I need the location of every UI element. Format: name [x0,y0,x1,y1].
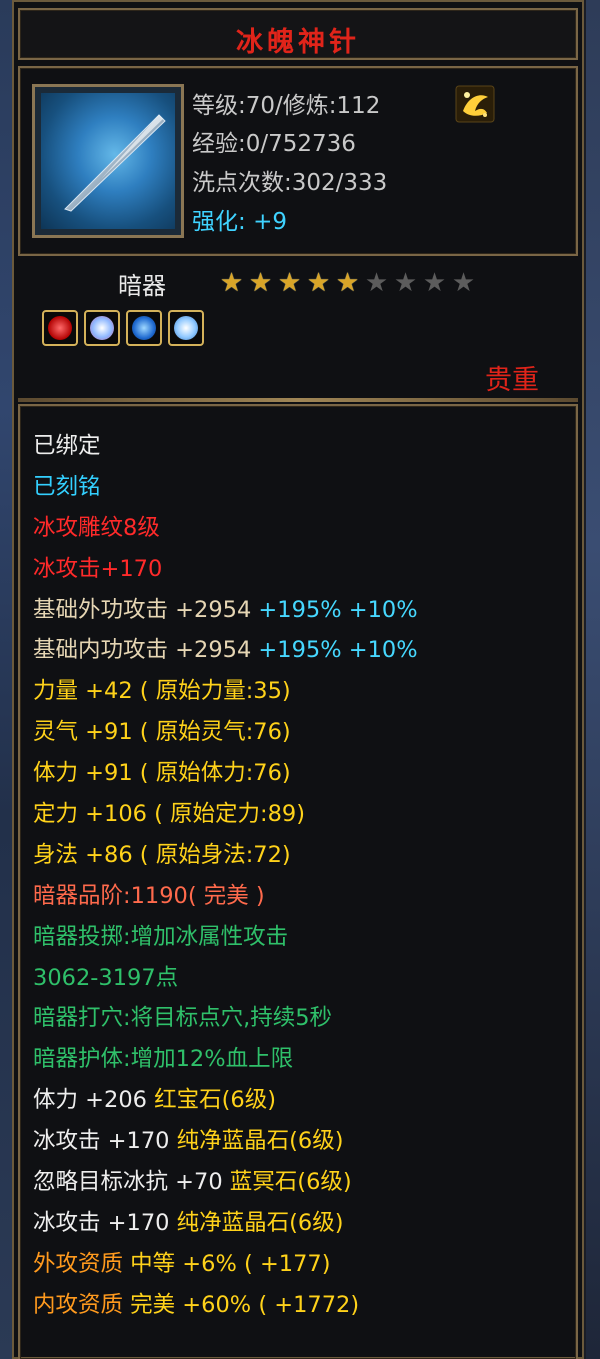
attr-text: 体力 +206 [33,1087,155,1114]
attr-text: 基础外功攻击 +2954 [33,596,259,623]
item-quality: 贵重 [485,365,539,396]
attr-text: 基础内功攻击 +2954 [33,637,259,664]
enhance-value: +9 [253,209,287,235]
attr-text: 红宝石(6级) [154,1087,276,1114]
attr-text: 已刻铭 [33,473,101,500]
attr-text: 完美 +60% ( +1772) [130,1291,360,1318]
attr-row-outer-aptitude: 外攻资质 中等 +6% ( +177) [33,1244,418,1285]
item-icon-frame [32,84,184,238]
attr-text: 冰攻击 +170 [33,1128,177,1155]
star-rating: ★ ★ ★ ★ ★ ★ ★ ★ ★ [218,270,477,297]
attr-text: 暗器品阶:1190( 完美 ) [33,882,265,909]
attr-row-gem-4: 冰攻击 +170 纯净蓝晶石(6级) [33,1203,418,1244]
attr-text: 体力 +91 ( 原始体力:76) [33,760,291,787]
attr-text: 外攻资质 [33,1250,131,1277]
attr-text: 冰攻雕纹8级 [33,514,160,541]
red-gem-icon[interactable] [42,310,78,346]
attr-row-focus: 定力 +106 ( 原始定力:89) [33,794,418,835]
star-filled-icon: ★ [277,268,302,298]
attr-text: 内攻资质 [33,1291,131,1318]
attr-text: 定力 +106 ( 原始定力:89) [33,801,306,828]
attr-text: +195% +10% [258,637,418,664]
star-empty-icon: ★ [393,268,418,298]
attr-row-rune: 冰攻雕纹8级 [33,508,418,549]
attr-row-grade: 暗器品阶:1190( 完美 ) [33,876,418,917]
attr-row-base-inner-attack: 基础内功攻击 +2954 +195% +10% [33,630,418,671]
attr-row-skill-acupoint: 暗器打穴:将目标点穴,持续5秒 [33,998,418,1039]
attr-row-spirit: 灵气 +91 ( 原始灵气:76) [33,712,418,753]
star-filled-icon: ★ [306,268,331,298]
attr-text: 暗器打穴:将目标点穴,持续5秒 [33,1005,333,1032]
attr-text: 身法 +86 ( 原始身法:72) [33,841,291,868]
attr-row-skill-guard: 暗器护体:增加12%血上限 [33,1039,418,1080]
attr-row-skill-throw-range: 3062-3197点 [33,958,418,999]
attr-text: 冰攻击+170 [33,555,163,582]
star-filled-icon: ★ [335,268,360,298]
attr-text: 力量 +42 ( 原始力量:35) [33,678,291,705]
attr-text: 纯净蓝晶石(6级) [176,1128,344,1155]
star-filled-icon: ★ [248,268,273,298]
attr-row-ice-attack-bonus: 冰攻击+170 [33,549,418,590]
star-empty-icon: ★ [364,268,389,298]
enhance-label: 强化: [192,209,246,235]
attr-text: 中等 +6% ( +177) [130,1250,331,1277]
attr-text: 灵气 +91 ( 原始灵气:76) [33,719,291,746]
upgrade-badge-icon[interactable] [455,85,495,123]
star-filled-icon: ★ [219,268,244,298]
wash-count-line: 洗点次数:302/333 [192,170,388,196]
attr-text: 暗器护体:增加12%血上限 [33,1046,294,1073]
needle-icon [41,93,175,229]
attr-text: 蓝冥石(6级) [229,1169,352,1196]
attr-row-agility: 身法 +86 ( 原始身法:72) [33,835,418,876]
attr-text: 冰攻击 +170 [33,1209,177,1236]
socket-gems [42,310,204,346]
attr-row-gem-3: 忽略目标冰抗 +70 蓝冥石(6级) [33,1162,418,1203]
attr-text: 已绑定 [33,433,101,459]
item-type: 暗器 [118,272,166,300]
star-empty-icon: ★ [422,268,447,298]
attr-row-strength: 力量 +42 ( 原始力量:35) [33,671,418,712]
title-frame: 冰魄神针 [18,8,578,60]
enhance-line: 强化: +9 [192,202,287,236]
attribute-list: 已绑定已刻铭冰攻雕纹8级 冰攻击+170 基础外功攻击 +2954 +195% +1… [33,426,418,1326]
attr-text: 忽略目标冰抗 +70 [33,1169,230,1196]
item-name: 冰魄神针 [236,27,360,58]
attr-row-bound: 已绑定 [33,426,418,467]
attr-row-gem-1: 体力 +206 红宝石(6级) [33,1080,418,1121]
attr-row-skill-throw: 暗器投掷:增加冰属性攻击 [33,917,418,958]
ice-crystal-gem-icon[interactable] [84,310,120,346]
attr-row-base-outer-attack: 基础外功攻击 +2954 +195% +10% [33,590,418,631]
attr-row-engraved: 已刻铭 [33,467,418,508]
attr-text: +195% +10% [258,596,418,623]
attr-row-constitution: 体力 +91 ( 原始体力:76) [33,753,418,794]
background-right-edge [586,0,600,1359]
star-empty-icon: ★ [451,268,476,298]
exp-line: 经验:0/752736 [192,131,356,157]
blue-gem-icon[interactable] [126,310,162,346]
attr-text: 纯净蓝晶石(6级) [176,1209,344,1236]
attr-row-gem-2: 冰攻击 +170 纯净蓝晶石(6级) [33,1121,418,1162]
attr-text: 暗器投掷:增加冰属性攻击 [33,923,289,950]
attr-row-inner-aptitude: 内攻资质 完美 +60% ( +1772) [33,1285,418,1326]
level-line: 等级:70/修炼:112 [192,93,381,119]
section-divider [18,398,578,402]
ice-crystal-gem-icon[interactable] [168,310,204,346]
attr-text: 3062-3197点 [33,964,179,991]
